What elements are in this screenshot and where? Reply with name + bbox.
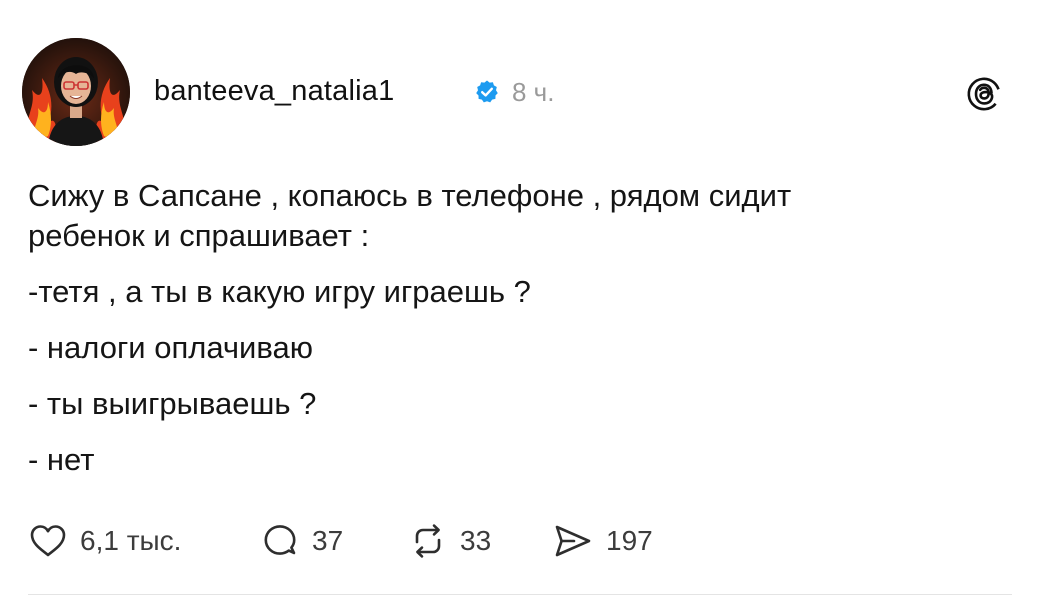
username[interactable]: banteeva_natalia1 xyxy=(154,75,394,108)
heart-icon xyxy=(30,525,66,557)
like-button[interactable]: 6,1 тыс. xyxy=(28,519,181,563)
reply-button[interactable]: 37 xyxy=(260,519,343,563)
divider xyxy=(28,594,1012,595)
repost-arrows-icon xyxy=(415,524,441,558)
repost-button[interactable]: 33 xyxy=(408,519,491,563)
repost-count: 33 xyxy=(460,525,492,556)
post-text: Сижу в Сапсане , копаюсь в телефоне , ря… xyxy=(28,176,1008,480)
post-text-line: Сижу в Сапсане , копаюсь в телефоне , ря… xyxy=(28,178,792,213)
post-text-line: - ты выигрываешь ? xyxy=(28,386,317,421)
share-button[interactable]: 197 xyxy=(552,519,653,563)
reply-count: 37 xyxy=(312,525,344,556)
post-text-line: -тетя , а ты в какую игру играешь ? xyxy=(28,274,531,309)
post-time: 8 ч. xyxy=(512,77,555,107)
comment-bubble-icon xyxy=(264,525,296,555)
post-text-line: ребенок и спрашивает : xyxy=(28,218,370,253)
verified-badge-icon xyxy=(476,80,498,103)
avatar-image xyxy=(22,38,130,146)
like-count: 6,1 тыс. xyxy=(80,525,182,556)
action-bar: 6,1 тыс. 37 33 197 xyxy=(28,519,728,563)
send-icon xyxy=(555,525,591,557)
threads-post: banteeva_natalia1 8 ч. Сижу в Сапсане , … xyxy=(0,0,1038,600)
threads-logo-icon[interactable] xyxy=(966,76,1002,112)
share-count: 197 xyxy=(606,525,653,556)
post-text-line: - налоги оплачиваю xyxy=(28,330,313,365)
post-text-line: - нет xyxy=(28,442,95,477)
avatar[interactable] xyxy=(22,38,130,146)
